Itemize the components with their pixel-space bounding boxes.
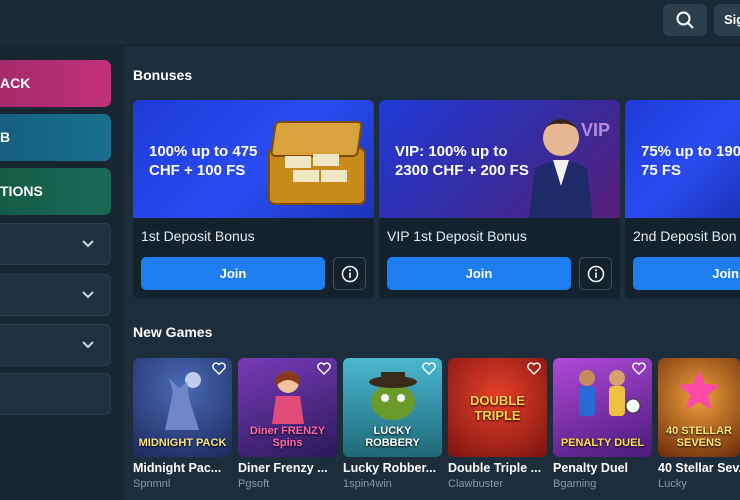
game-name: Diner Frenzy ...: [238, 461, 328, 475]
game-tile[interactable]: DOUBLE TRIPLE Double Triple ... Clawbust…: [448, 358, 547, 490]
game-art-title: DOUBLE TRIPLE: [470, 393, 525, 423]
bonus-card[interactable]: 100% up to 475 CHF + 100 FS 1st Deposit …: [133, 100, 374, 299]
game-name: Lucky Robber...: [343, 461, 437, 475]
new-games-title: New Games: [133, 324, 213, 340]
sidebar-club-button[interactable]: B: [0, 114, 111, 161]
game-provider: Clawbuster: [448, 478, 504, 490]
chevron-down-icon: [82, 240, 94, 248]
bonus-name: VIP 1st Deposit Bonus: [387, 228, 527, 244]
search-button[interactable]: [663, 4, 707, 36]
game-name: Midnight Pac...: [133, 461, 222, 475]
game-tile[interactable]: LUCKY ROBBERY Lucky Robber... 1spin4win: [343, 358, 442, 490]
sidebar-dropdown-1[interactable]: [0, 223, 111, 265]
wolf-icon: [165, 372, 201, 430]
chevron-down-icon: [82, 291, 94, 299]
money-case-icon: [268, 121, 366, 205]
info-icon: [341, 265, 358, 282]
info-button[interactable]: [333, 257, 366, 290]
sidebar-cashback-button[interactable]: ACK: [0, 60, 111, 107]
frog-robber-icon: [369, 372, 417, 420]
game-name: Penalty Duel: [553, 461, 629, 475]
waitress-icon: [272, 371, 304, 424]
game-thumbnail: 40 STELLAR SEVENS: [658, 358, 740, 457]
game-thumbnail: LUCKY ROBBERY: [343, 358, 442, 457]
heart-icon[interactable]: [212, 362, 226, 375]
game-art-title: LUCKY ROBBERY: [365, 425, 420, 449]
game-art-title: Diner FRENZY Spins: [249, 425, 326, 449]
game-thumbnail: MIDNIGHT PACK: [133, 358, 232, 457]
game-provider: 1spin4win: [343, 478, 392, 490]
bonus-headline: 75% up to 190 + 75 FS: [641, 143, 740, 179]
sidebar-promotions-button[interactable]: TIONS: [0, 168, 111, 215]
bonuses-title: Bonuses: [133, 67, 193, 83]
game-provider: Pgsoft: [238, 478, 270, 490]
game-art-title: 40 STELLAR SEVENS: [665, 425, 732, 449]
game-provider: Spnmnl: [133, 478, 171, 490]
bonus-card[interactable]: 75% up to 190 + 75 FS 2nd Deposit Bon Jo…: [625, 100, 740, 299]
info-icon: [587, 265, 604, 282]
sidebar-dropdown-3[interactable]: [0, 324, 111, 366]
join-button[interactable]: Join: [387, 257, 571, 290]
bonus-image: VIP: 100% up to 2300 CHF + 200 FS VIP: [379, 100, 620, 218]
game-provider: Bgaming: [553, 478, 597, 490]
game-tile[interactable]: Diner FRENZY Spins Diner Frenzy ... Pgso…: [238, 358, 337, 490]
game-tile[interactable]: 40 STELLAR SEVENS 40 Stellar Sev... Luck…: [658, 358, 740, 490]
game-thumbnail: DOUBLE TRIPLE: [448, 358, 547, 457]
search-icon: [676, 11, 694, 29]
sidebar: ACK B TIONS: [0, 46, 124, 500]
game-name: Double Triple ...: [448, 461, 542, 475]
game-provider: Lucky: [658, 478, 687, 490]
heart-icon[interactable]: [527, 362, 541, 375]
star-icon: [678, 370, 720, 410]
sidebar-dropdown-2[interactable]: [0, 274, 111, 316]
chevron-down-icon: [82, 341, 94, 349]
svg-text:VIP: VIP: [581, 120, 610, 140]
join-button[interactable]: Join: [633, 257, 740, 290]
heart-icon[interactable]: [317, 362, 331, 375]
bonus-image: 100% up to 475 CHF + 100 FS: [133, 100, 374, 218]
game-tile[interactable]: PENALTY DUEL Penalty Duel Bgaming: [553, 358, 652, 490]
bonus-name: 1st Deposit Bonus: [141, 228, 255, 244]
bonus-card[interactable]: VIP: 100% up to 2300 CHF + 200 FS VIP VI…: [379, 100, 620, 299]
info-button[interactable]: [579, 257, 612, 290]
heart-icon[interactable]: [422, 362, 436, 375]
game-tile[interactable]: MIDNIGHT PACK Midnight Pac... Spnmnl: [133, 358, 232, 490]
football-players-icon: [579, 370, 641, 416]
heart-icon[interactable]: [632, 362, 646, 375]
bonus-image: 75% up to 190 + 75 FS: [625, 100, 740, 218]
top-bar: Sig: [0, 0, 740, 46]
game-name: 40 Stellar Sev...: [658, 461, 740, 475]
sign-in-button[interactable]: Sig: [714, 4, 740, 36]
game-art-title: PENALTY DUEL: [560, 437, 645, 449]
game-art-title: MIDNIGHT PACK: [138, 437, 227, 449]
join-button[interactable]: Join: [141, 257, 325, 290]
game-thumbnail: Diner FRENZY Spins: [238, 358, 337, 457]
game-thumbnail: PENALTY DUEL: [553, 358, 652, 457]
sidebar-item[interactable]: [0, 373, 111, 415]
bonus-name: 2nd Deposit Bon: [633, 228, 737, 244]
vip-man-icon: VIP: [529, 119, 610, 218]
